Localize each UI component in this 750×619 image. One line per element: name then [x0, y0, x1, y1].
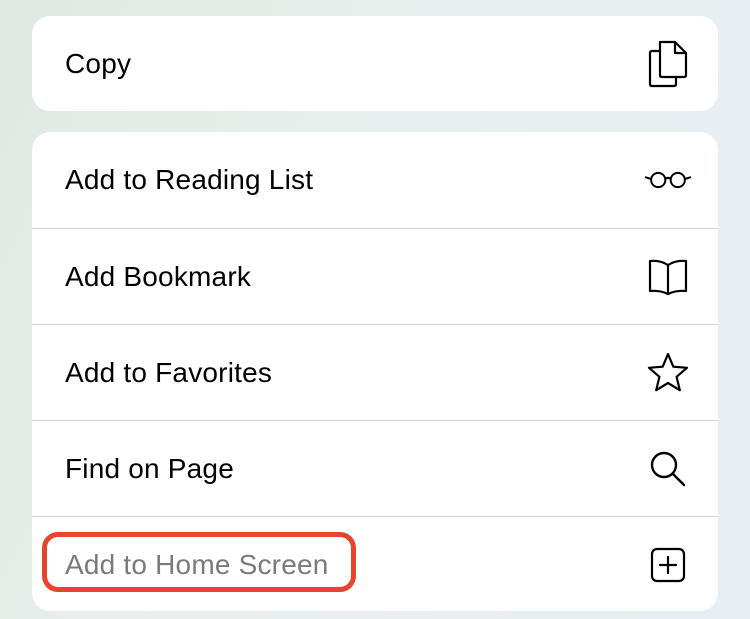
add-to-favorites-label: Add to Favorites [65, 356, 273, 388]
copy-group: Copy [32, 16, 718, 111]
add-to-reading-list-label: Add to Reading List [65, 164, 314, 195]
book-icon [644, 253, 692, 301]
find-on-page-label: Find on Page [65, 452, 234, 484]
find-on-page-item[interactable]: Find on Page [32, 420, 718, 516]
copy-menu-item[interactable]: Copy [32, 16, 718, 111]
add-to-reading-list-item[interactable]: Add to Reading List [32, 132, 718, 228]
copy-icon [644, 40, 692, 88]
glasses-icon [644, 156, 692, 204]
add-bookmark-label: Add Bookmark [65, 260, 252, 292]
add-to-favorites-item[interactable]: Add to Favorites [32, 324, 718, 420]
plus-square-icon [644, 541, 692, 589]
actions-group: Add to Reading List Add Bookmark Add to … [32, 132, 718, 611]
star-icon [644, 349, 692, 397]
copy-label: Copy [65, 47, 132, 79]
add-to-home-screen-label: Add to Home Screen [65, 548, 329, 580]
search-icon [644, 445, 692, 493]
add-bookmark-item[interactable]: Add Bookmark [32, 228, 718, 324]
add-to-home-screen-item[interactable]: Add to Home Screen [32, 516, 718, 611]
